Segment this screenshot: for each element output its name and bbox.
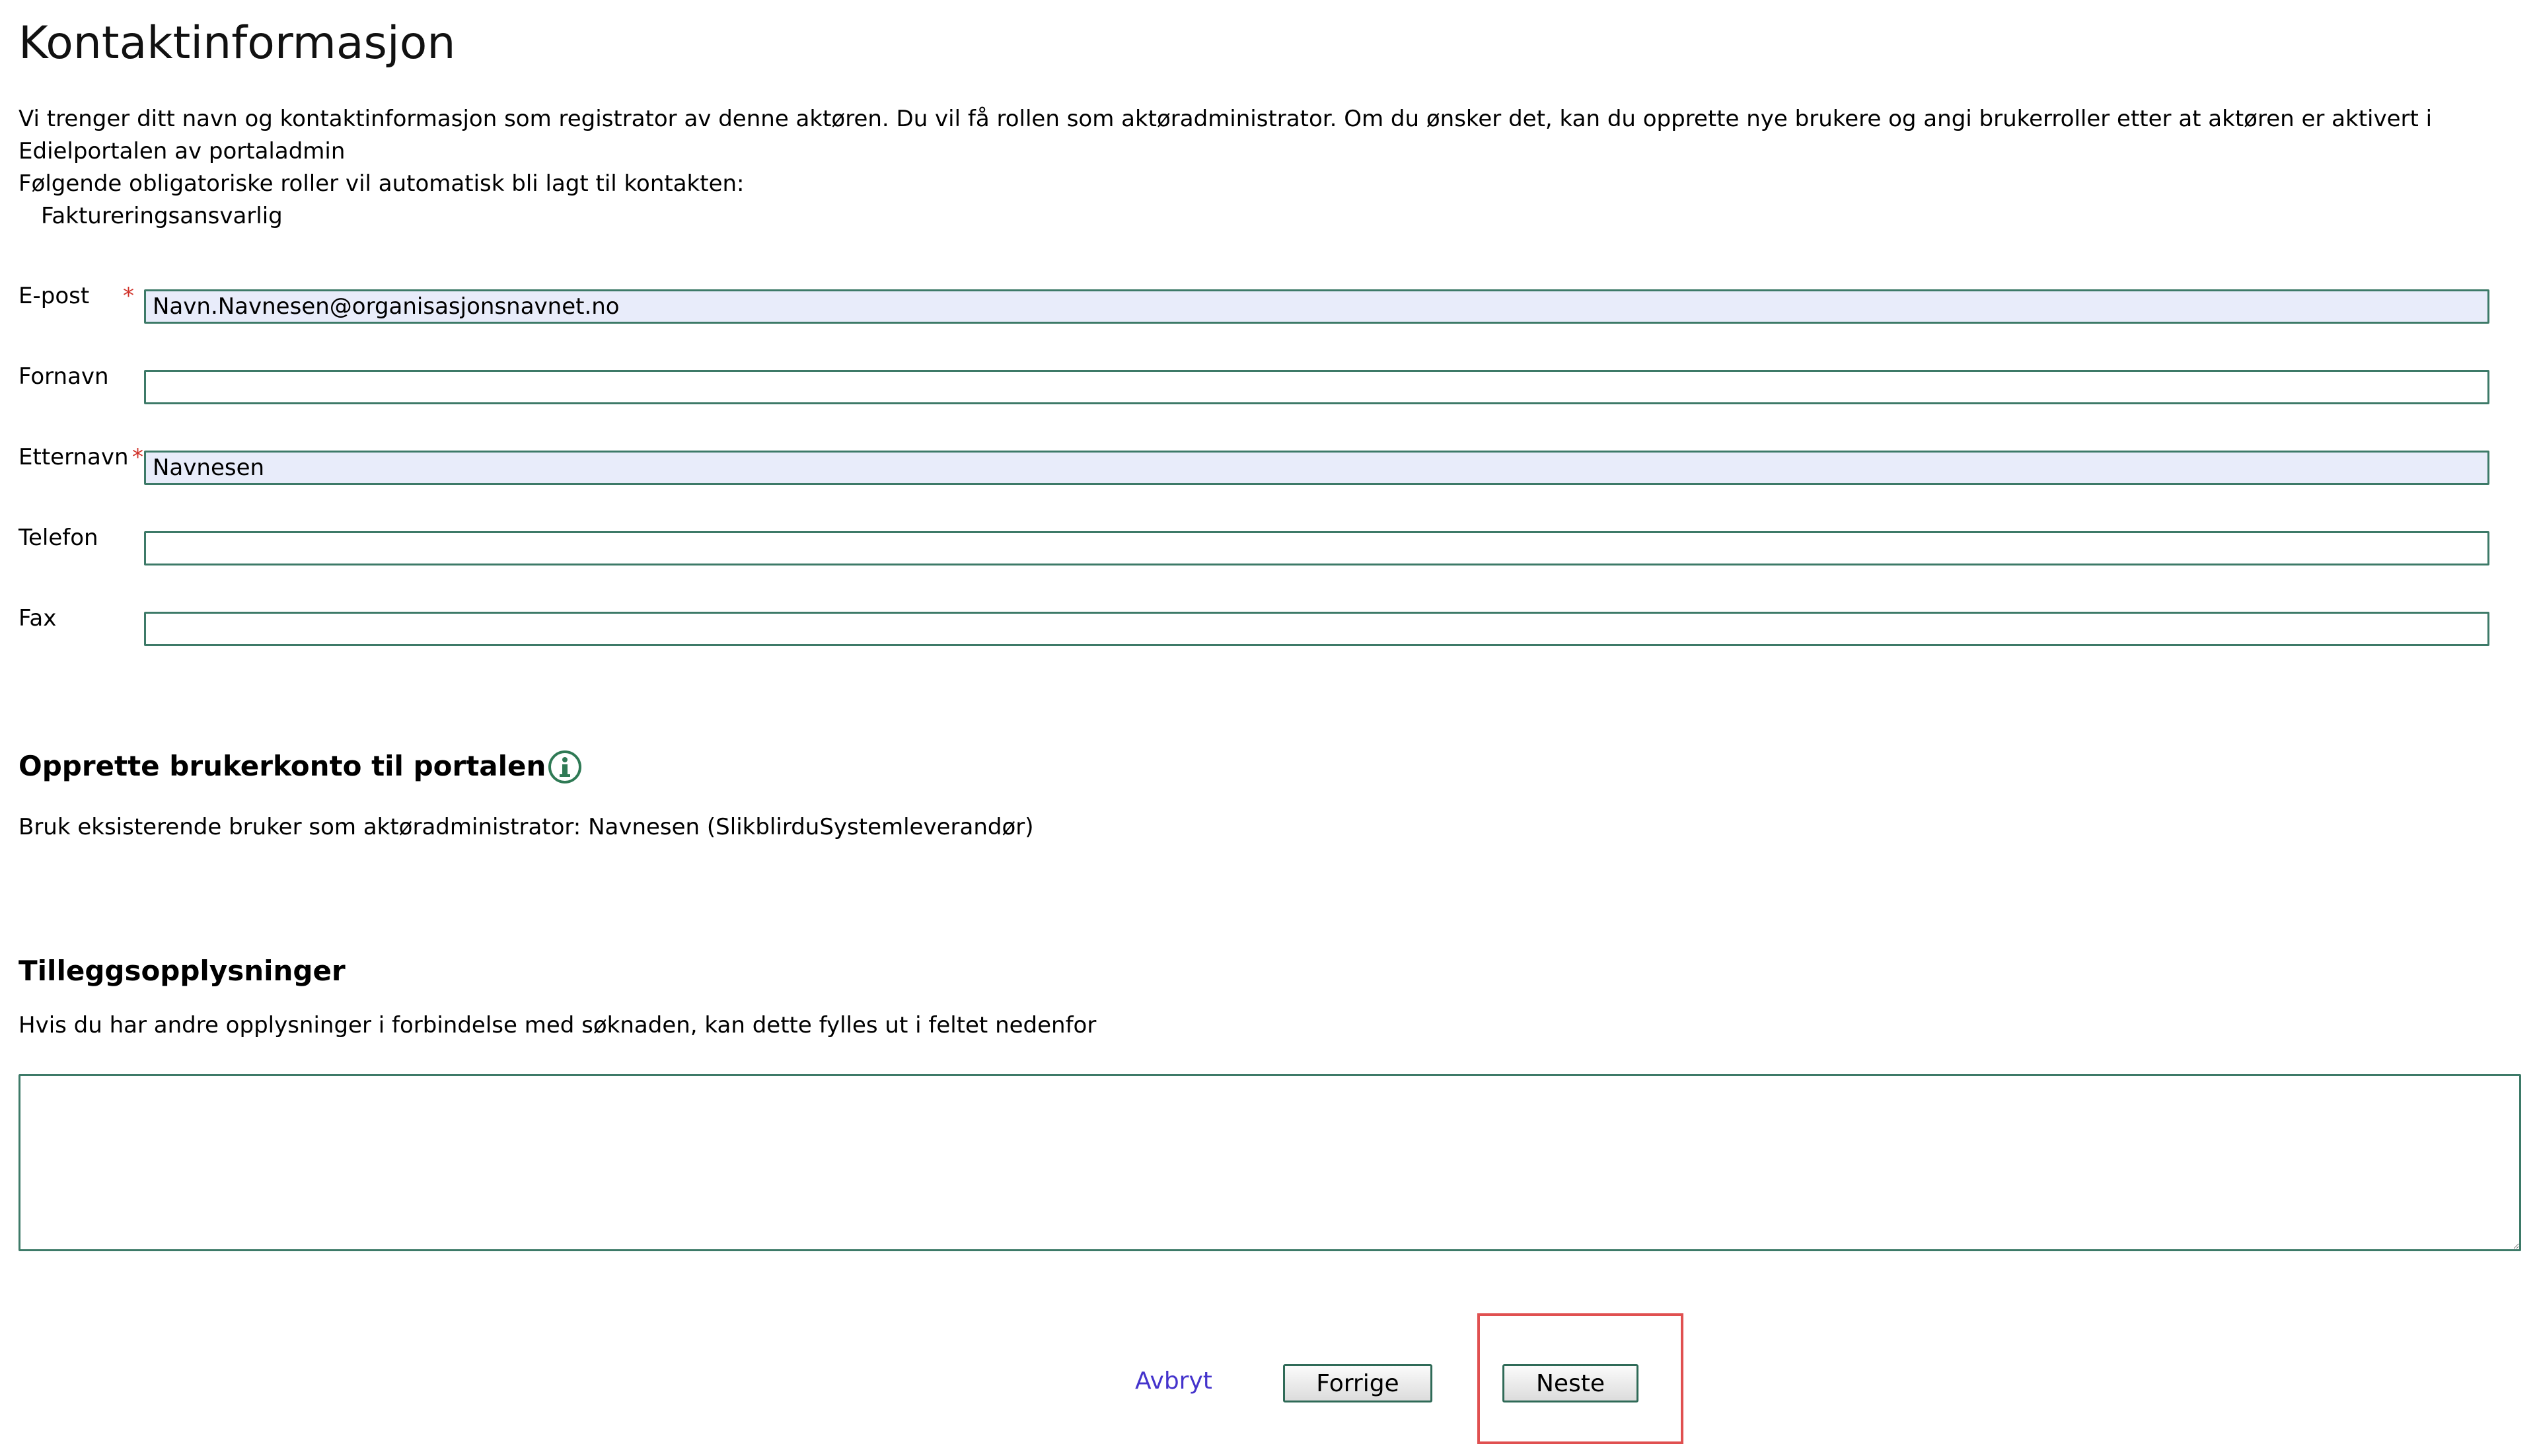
- last-name-field[interactable]: [144, 451, 2489, 485]
- phone-label: Telefon: [18, 525, 98, 551]
- last-name-row: Etternavn *: [18, 441, 2489, 485]
- last-name-label: Etternavn: [18, 444, 129, 470]
- intro-roles-heading: Følgende obligatoriske roller vil automa…: [18, 170, 745, 197]
- email-label: E-post: [18, 283, 90, 309]
- existing-user-text: Bruk eksisterende bruker som aktøradmini…: [18, 814, 1034, 840]
- phone-row: Telefon: [18, 522, 2489, 565]
- first-name-row: Fornavn: [18, 361, 2489, 404]
- fax-row: Fax: [18, 602, 2489, 646]
- fax-field[interactable]: [144, 612, 2489, 646]
- required-marker: *: [132, 444, 143, 470]
- account-section-heading: Opprette brukerkonto til portalen: [18, 750, 546, 782]
- required-marker: *: [123, 283, 134, 309]
- cancel-link[interactable]: Avbryt: [1135, 1365, 1212, 1398]
- email-field[interactable]: [144, 289, 2489, 324]
- email-row: E-post *: [18, 280, 2489, 324]
- first-name-field[interactable]: [144, 370, 2489, 404]
- next-button[interactable]: Neste: [1502, 1364, 1638, 1402]
- intro-description: Vi trenger ditt navn og kontaktinformasj…: [18, 106, 2433, 164]
- info-icon[interactable]: [547, 749, 583, 785]
- phone-field[interactable]: [144, 531, 2489, 565]
- mandatory-role-item: Faktureringsansvarlig: [41, 203, 283, 229]
- additional-info-textarea[interactable]: [18, 1074, 2521, 1251]
- previous-button[interactable]: Forrige: [1283, 1364, 1432, 1402]
- additional-info-description: Hvis du har andre opplysninger i forbind…: [18, 1012, 1097, 1038]
- page-title: Kontaktinformasjon: [18, 17, 456, 69]
- additional-info-heading: Tilleggsopplysninger: [18, 955, 346, 987]
- first-name-label: Fornavn: [18, 363, 109, 390]
- intro-text: Vi trenger ditt navn og kontaktinformasj…: [18, 103, 2476, 233]
- fax-label: Fax: [18, 605, 57, 632]
